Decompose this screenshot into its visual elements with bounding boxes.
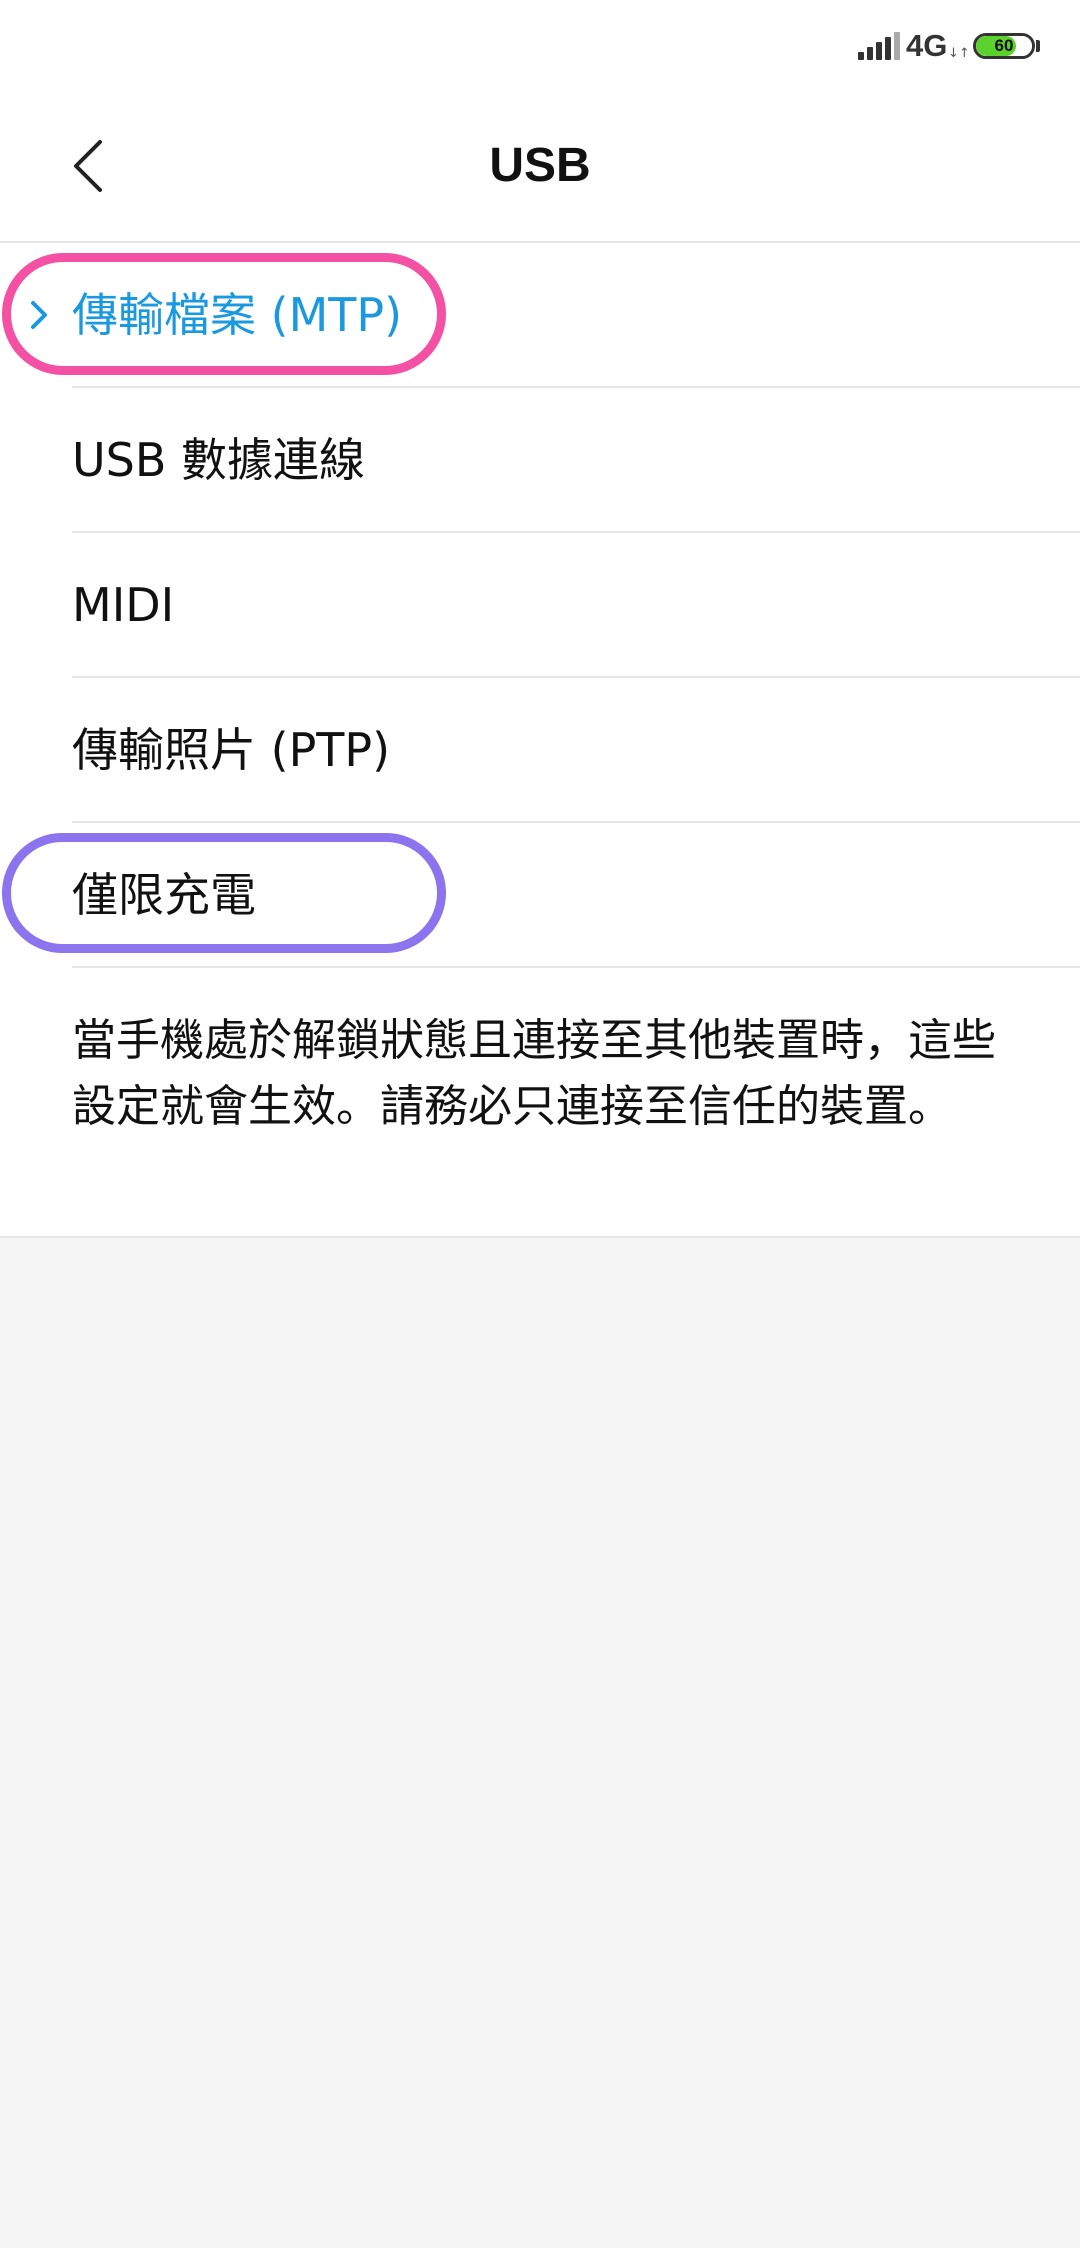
- battery-icon: 60: [973, 33, 1035, 59]
- option-midi[interactable]: MIDI: [0, 533, 1080, 678]
- network-activity-icon: ↓↑: [948, 46, 970, 61]
- list-divider: [72, 966, 1080, 968]
- status-bar: 4G ↓↑ 60: [0, 0, 1080, 96]
- option-label: 傳輸照片 (PTP): [72, 723, 391, 777]
- page-title: USB: [489, 139, 591, 192]
- highlight-ring-pink: [2, 253, 446, 375]
- battery-tip: [1036, 40, 1040, 52]
- option-label: MIDI: [72, 578, 175, 632]
- option-usb-tethering[interactable]: USB 數據連線: [0, 388, 1080, 533]
- highlight-ring-purple: [2, 833, 446, 953]
- usb-description: 當手機處於解鎖狀態且連接至其他裝置時，這些設定就會生效。請務必只連接至信任的裝置…: [72, 1015, 996, 1132]
- cell-signal-icon: [858, 32, 900, 60]
- network-type: 4G: [906, 28, 948, 63]
- option-ptp[interactable]: 傳輸照片 (PTP): [0, 678, 1080, 823]
- option-label: USB 數據連線: [72, 433, 366, 487]
- panel-bottom-divider: [0, 1236, 1080, 1238]
- battery-percentage: 60: [994, 36, 1014, 55]
